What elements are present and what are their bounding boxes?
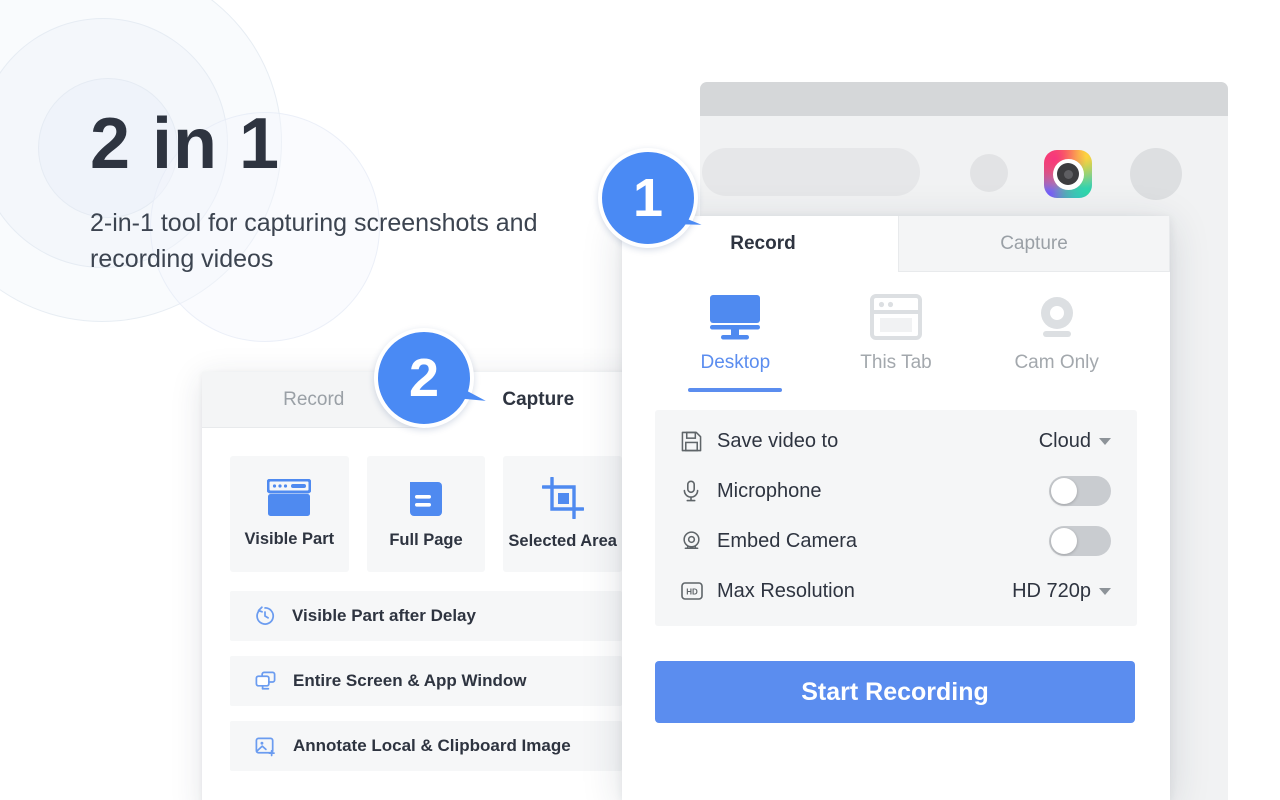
- capture-card-selected-area[interactable]: Selected Area: [503, 456, 623, 572]
- setting-row-max-resolution[interactable]: HD Max Resolution HD 720p: [681, 566, 1111, 616]
- mode-underline: [1010, 388, 1104, 392]
- setting-row-save-video-to[interactable]: Save video to Cloud: [681, 416, 1111, 466]
- capture-card-label: Selected Area: [508, 532, 617, 550]
- toggle-knob: [1051, 478, 1077, 504]
- record-mode-cam-only[interactable]: Cam Only: [976, 294, 1137, 392]
- lens-ring: [1052, 158, 1084, 190]
- browser-window-icon: [870, 294, 922, 340]
- active-mode-underline: [688, 388, 783, 392]
- record-mode-label: Desktop: [700, 352, 771, 373]
- record-mode-this-tab[interactable]: This Tab: [816, 294, 977, 392]
- setting-label: Max Resolution: [717, 579, 855, 602]
- capture-card-full-page[interactable]: Full Page: [366, 456, 486, 572]
- scroll-page-icon: [406, 478, 446, 518]
- capture-row-entire-screen-app-window[interactable]: Entire Screen & App Window: [230, 656, 622, 706]
- browser-tab-bar: [700, 82, 1228, 116]
- screen-windows-icon: [254, 670, 277, 693]
- chevron-down-icon: [1099, 587, 1111, 595]
- chevron-down-icon: [1099, 437, 1111, 445]
- capture-panel: Record Capture Visible Part Full Page Se…: [202, 372, 650, 800]
- floppy-disk-icon: [681, 431, 707, 452]
- record-mode-label: This Tab: [860, 352, 932, 373]
- tab-capture[interactable]: Capture: [898, 216, 1170, 272]
- capture-card-label: Full Page: [389, 531, 463, 549]
- address-bar[interactable]: [702, 148, 920, 196]
- capture-row-label: Visible Part after Delay: [292, 606, 476, 625]
- record-panel-tabstrip: Record Capture: [622, 216, 1170, 272]
- microphone-toggle[interactable]: [1049, 476, 1111, 506]
- setting-control-dropdown[interactable]: HD 720p: [1012, 580, 1111, 603]
- circle-placeholder-icon[interactable]: [970, 154, 1008, 192]
- setting-control-toggle[interactable]: [1049, 476, 1111, 506]
- lens-body: [1057, 163, 1079, 185]
- record-mode-desktop[interactable]: Desktop: [655, 294, 816, 392]
- record-mode-label: Cam Only: [1014, 352, 1099, 373]
- browser-visible-part-icon: [267, 479, 312, 517]
- toggle-knob: [1051, 528, 1077, 554]
- start-recording-button[interactable]: Start Recording: [655, 661, 1135, 723]
- capture-panel-body: Visible Part Full Page Selected Area Vis…: [202, 428, 650, 771]
- page-title: 2 in 1: [90, 104, 281, 184]
- step-badge-number: 1: [598, 148, 698, 248]
- setting-label: Save video to: [717, 429, 839, 452]
- hd-badge-icon: HD: [681, 582, 707, 600]
- svg-text:HD: HD: [686, 588, 698, 597]
- setting-control-toggle[interactable]: [1049, 526, 1111, 556]
- setting-value: Cloud: [1038, 429, 1091, 452]
- capture-card-visible-part[interactable]: Visible Part: [230, 456, 349, 572]
- embed-camera-toggle[interactable]: [1049, 526, 1111, 556]
- record-panel-body: Desktop This Tab Cam Only Save video to …: [622, 294, 1170, 626]
- webcam-icon: [1033, 294, 1081, 340]
- setting-label: Microphone: [717, 479, 822, 502]
- hero-section: 2 in 1 2-in-1 tool for capturing screens…: [90, 108, 590, 277]
- capture-options-list: Visible Part after Delay Entire Screen &…: [230, 591, 622, 771]
- hero-subtitle: 2-in-1 tool for capturing screenshots an…: [90, 209, 538, 273]
- record-panel: Record Capture Desktop This Tab Cam Only…: [622, 216, 1170, 800]
- capture-row-annotate-local-clipboard-image[interactable]: Annotate Local & Clipboard Image: [230, 721, 622, 771]
- microphone-icon: [681, 480, 707, 502]
- mode-underline: [849, 388, 943, 392]
- record-mode-selector: Desktop This Tab Cam Only: [655, 294, 1137, 392]
- capture-mode-cards: Visible Part Full Page Selected Area: [230, 456, 623, 572]
- setting-row-microphone[interactable]: Microphone: [681, 466, 1111, 516]
- lens-center: [1063, 169, 1073, 179]
- capture-row-visible-part-after-delay[interactable]: Visible Part after Delay: [230, 591, 622, 641]
- capture-row-label: Annotate Local & Clipboard Image: [293, 736, 571, 755]
- step-badge-2: 2: [374, 328, 486, 428]
- setting-value: HD 720p: [1012, 579, 1091, 602]
- setting-control-dropdown[interactable]: Cloud: [1039, 430, 1111, 453]
- setting-label: Embed Camera: [717, 529, 858, 552]
- record-settings-card: Save video to Cloud Microphone Embed Cam…: [655, 410, 1137, 626]
- step-badge-number: 2: [374, 328, 474, 428]
- step-badge-1: 1: [598, 148, 702, 248]
- capture-card-label: Visible Part: [244, 530, 335, 548]
- clock-delay-icon: [254, 605, 276, 627]
- image-plus-icon: [254, 735, 277, 758]
- webcam-icon: [681, 530, 707, 552]
- crop-icon: [541, 477, 584, 519]
- setting-row-embed-camera[interactable]: Embed Camera: [681, 516, 1111, 566]
- capture-row-label: Entire Screen & App Window: [293, 671, 527, 690]
- avatar[interactable]: [1130, 148, 1182, 200]
- camera-lens-icon[interactable]: [1044, 150, 1092, 198]
- monitor-icon: [708, 294, 762, 340]
